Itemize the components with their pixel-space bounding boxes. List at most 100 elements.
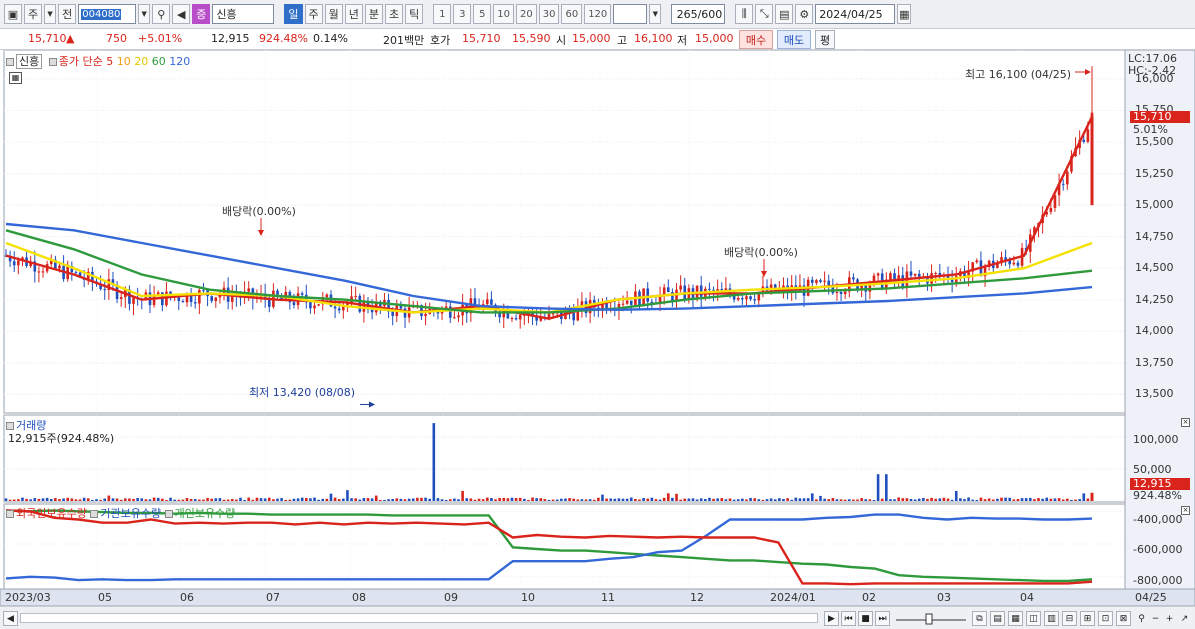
stop-icon[interactable]: ■ xyxy=(858,611,873,626)
legend-chip[interactable] xyxy=(48,58,57,66)
market-select[interactable]: 주 xyxy=(24,4,43,24)
period-week[interactable]: 주 xyxy=(304,4,323,24)
candle-body xyxy=(835,292,839,294)
volume-bar xyxy=(597,497,600,501)
buy-button[interactable]: 매수 xyxy=(739,30,773,49)
volume-bar xyxy=(860,498,863,501)
gear-icon[interactable]: ⚙ xyxy=(795,4,814,24)
volume-bar xyxy=(699,498,703,501)
zoom-out-icon[interactable]: − xyxy=(1148,611,1163,626)
sell-button[interactable]: 매도 xyxy=(777,30,811,49)
count-input[interactable]: 265/600 xyxy=(671,4,726,24)
calculator-icon[interactable]: ▦ xyxy=(9,72,22,84)
interval-5[interactable]: 5 xyxy=(473,4,492,24)
period-second[interactable]: 초 xyxy=(385,4,404,24)
interval-1[interactable]: 1 xyxy=(433,4,452,24)
legend-institution[interactable]: 기관보유수량 xyxy=(100,507,161,520)
interval-10[interactable]: 10 xyxy=(493,4,514,24)
expand-icon[interactable]: ↗ xyxy=(1177,611,1192,626)
copy-icon[interactable]: ⧉ xyxy=(972,611,987,626)
period-day[interactable]: 일 xyxy=(284,4,303,24)
crosshair-icon[interactable]: ⤡ xyxy=(755,4,774,24)
stock-name-field[interactable]: 신흥 xyxy=(212,4,275,24)
legend-chip[interactable] xyxy=(6,422,14,430)
legend-chip[interactable] xyxy=(6,58,14,66)
rewind-icon[interactable]: ⏮ xyxy=(841,611,856,626)
chevron-down-icon[interactable]: ▼ xyxy=(44,4,57,24)
chart-area[interactable]: 신흥 종가 단순 5 10 20 60 120 ▦ LC:17.06 HC:-2… xyxy=(0,50,1195,606)
calendar-icon[interactable]: ▦ xyxy=(897,4,912,24)
zoom-search-icon[interactable]: ⚲ xyxy=(1134,611,1149,626)
interval-dropdown-icon[interactable]: ▼ xyxy=(649,4,662,24)
legend-foreign[interactable]: 외국인보유수량 xyxy=(16,507,87,520)
volume-bar xyxy=(856,499,859,501)
period-minute[interactable]: 분 xyxy=(364,4,383,24)
interval-120[interactable]: 120 xyxy=(584,4,612,24)
volume-bar xyxy=(1049,498,1053,501)
scroll-right-icon[interactable]: ▶ xyxy=(824,611,839,626)
volume-bar xyxy=(132,498,135,501)
panel-icon[interactable]: ▥ xyxy=(1044,611,1059,626)
legend-chip[interactable] xyxy=(6,510,14,518)
chart-type-icon[interactable]: ⊡ xyxy=(1098,611,1113,626)
candle-body xyxy=(453,317,456,319)
candle-icon[interactable]: ⫼ xyxy=(735,4,754,24)
scroll-left-icon[interactable]: ◀ xyxy=(3,611,18,626)
prev-button[interactable]: 전 xyxy=(58,4,77,24)
interval-30[interactable]: 30 xyxy=(538,4,560,24)
close-icon[interactable]: × xyxy=(1181,418,1190,427)
volume-bar xyxy=(708,497,711,501)
window-icon[interactable]: ▣ xyxy=(4,4,22,24)
volume-bar xyxy=(1041,498,1044,501)
ruler-icon[interactable]: ⊟ xyxy=(1062,611,1077,626)
zoom-in-icon[interactable]: + xyxy=(1162,611,1177,626)
holding-tick: -600,000 xyxy=(1133,543,1183,556)
interval-3[interactable]: 3 xyxy=(453,4,472,24)
scroll-track[interactable] xyxy=(20,613,818,623)
save-icon[interactable]: ▤ xyxy=(775,4,794,24)
volume-bar xyxy=(243,499,246,501)
volume-bar xyxy=(901,498,905,501)
period-month[interactable]: 월 xyxy=(324,4,343,24)
split-icon[interactable]: ◫ xyxy=(1026,611,1041,626)
x-tick: 10 xyxy=(521,591,535,604)
volume-bar xyxy=(103,498,107,501)
fast-forward-icon[interactable]: ⏭ xyxy=(875,611,890,626)
avg-button[interactable]: 평 xyxy=(815,30,835,49)
grid-icon[interactable]: ▦ xyxy=(1008,611,1023,626)
layout-icon[interactable]: ▤ xyxy=(990,611,1005,626)
candle-body xyxy=(913,273,917,276)
legend-chip[interactable] xyxy=(90,510,99,518)
stock-chart-svg[interactable] xyxy=(0,50,1195,606)
search-icon[interactable]: ⚲ xyxy=(152,4,171,24)
candle-body xyxy=(457,315,460,318)
legend-individual[interactable]: 개인보유수량 xyxy=(175,507,236,520)
date-field[interactable]: 2024/04/25 xyxy=(815,4,896,24)
volume-bar xyxy=(189,499,193,501)
legend-ma-type[interactable]: 종가 단순 xyxy=(59,55,103,68)
window-split-icon[interactable]: ⊞ xyxy=(1080,611,1095,626)
interval-60[interactable]: 60 xyxy=(561,4,583,24)
period-tick[interactable]: 틱 xyxy=(405,4,424,24)
interval-20[interactable]: 20 xyxy=(515,4,537,24)
volume-bar xyxy=(259,498,263,501)
candle-body xyxy=(202,290,205,292)
x-tick: 02 xyxy=(862,591,876,604)
bid-price: 15,590 xyxy=(512,32,551,45)
trade-amount: 201백만 xyxy=(383,34,425,47)
x-tick: 09 xyxy=(444,591,458,604)
close-icon[interactable]: × xyxy=(1181,506,1190,515)
code-dropdown-icon[interactable]: ▼ xyxy=(138,4,151,24)
tile-icon[interactable]: ⊠ xyxy=(1116,611,1131,626)
speaker-icon[interactable]: ◀ xyxy=(172,4,191,24)
volume-bar xyxy=(436,498,440,501)
zoom-slider[interactable] xyxy=(896,612,966,625)
period-year[interactable]: 년 xyxy=(344,4,363,24)
volume-bar xyxy=(173,499,176,501)
interval-custom-input[interactable] xyxy=(613,4,648,24)
volume-bar xyxy=(745,499,748,501)
legend-stock-name[interactable]: 신흥 xyxy=(16,54,43,69)
legend-chip[interactable] xyxy=(164,510,173,518)
volume-bar xyxy=(432,423,436,501)
stock-code-input[interactable]: 004080 xyxy=(78,4,137,24)
